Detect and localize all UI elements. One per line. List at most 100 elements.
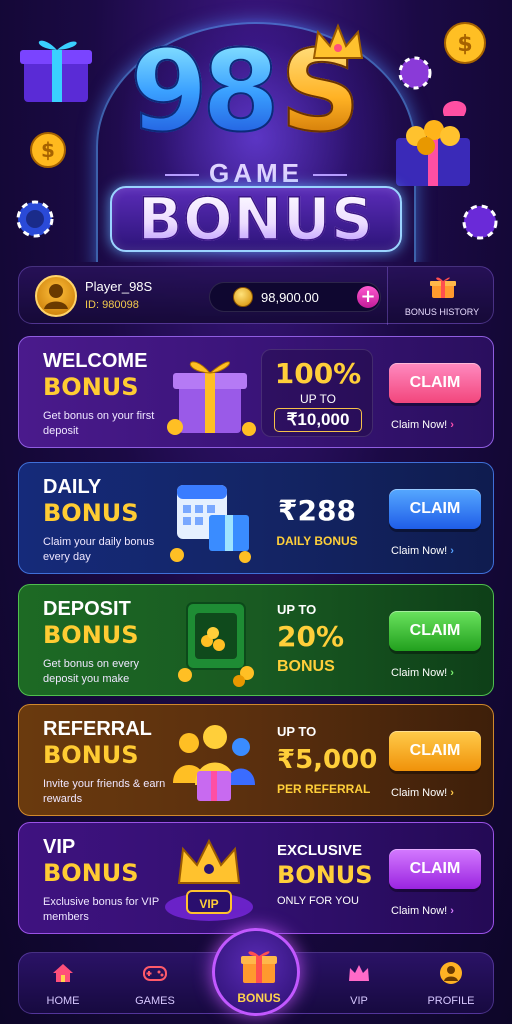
welcome-bonus-card: WELCOME BONUS Get bonus on your first de… (18, 336, 494, 448)
hero-subtitle: GAME (0, 160, 512, 186)
nav-games-label: GAMES (135, 995, 175, 1007)
username: Player_98S (85, 279, 153, 294)
nav-profile[interactable]: PROFILE (411, 953, 491, 1015)
claim-button[interactable]: CLAIM (389, 731, 481, 771)
claim-now-label: Claim Now! (391, 787, 448, 799)
card-title: REFERRAL (43, 718, 152, 740)
offer-amount: ₹10,000 (274, 408, 362, 432)
nav-vip-label: VIP (350, 995, 368, 1007)
card-subtitle: BONUS (43, 373, 139, 401)
bonus-history-button[interactable]: BONUS HISTORY (387, 267, 495, 325)
card-description: Invite your friends & earn rewards (43, 778, 166, 805)
claim-now-link[interactable]: Claim Now! › (391, 667, 483, 679)
claim-now-label: Claim Now! (391, 667, 448, 679)
card-description: Exclusive bonus for VIP members (43, 896, 159, 923)
offer-caption: ONLY FOR YOU (277, 895, 359, 907)
user-bar: Player_98S ID: 980098 98,900.00 + BONUS … (18, 266, 495, 325)
calendar-gift-icon (170, 485, 251, 563)
card-title: WELCOME (43, 350, 148, 372)
claim-now-label: Claim Now! (391, 905, 448, 917)
offer-caption: PER REFERRAL (277, 782, 371, 796)
gamepad-icon (143, 966, 167, 981)
claim-now-label: Claim Now! (391, 419, 448, 431)
claim-button[interactable]: CLAIM (389, 849, 481, 889)
avatar[interactable] (35, 275, 77, 317)
nav-bonus[interactable]: BONUS (212, 928, 300, 1016)
crown-icon (349, 965, 369, 981)
chevron-right-icon: › (450, 787, 454, 799)
claim-button[interactable]: CLAIM (389, 489, 481, 529)
claim-now-label: Claim Now! (391, 545, 448, 557)
chevron-right-icon: › (450, 419, 454, 431)
claim-button[interactable]: CLAIM (389, 363, 481, 403)
safe-with-coins-icon (178, 602, 254, 687)
card-title: VIP (43, 836, 76, 858)
offer-prefix: EXCLUSIVE (277, 842, 363, 859)
offer-caption: DAILY BONUS (276, 534, 358, 548)
card-description: Get bonus on every deposit you make (43, 658, 140, 685)
offer-prefix: UP TO (277, 602, 317, 617)
gift-icon (20, 40, 92, 102)
claim-now-link[interactable]: Claim Now! › (391, 787, 483, 799)
claim-button[interactable]: CLAIM (389, 611, 481, 651)
offer-prefix: UP TO (277, 724, 317, 739)
daily-bonus-card: DAILY BONUS Claim your daily bonus every… (18, 462, 494, 574)
user-icon (440, 962, 462, 984)
logo-98: 98 (129, 27, 281, 157)
bonus-history-label: BONUS HISTORY (404, 307, 480, 317)
card-subtitle: BONUS (43, 859, 139, 887)
chip-icon (16, 200, 54, 238)
gift-box-icon (167, 361, 256, 436)
nav-vip[interactable]: VIP (319, 953, 399, 1015)
chevron-right-icon: › (450, 905, 454, 917)
offer-upto: UP TO (299, 392, 337, 406)
offer-amount: ₹5,000 (277, 745, 378, 775)
card-description: Get bonus on your first deposit (43, 410, 155, 437)
claim-now-link[interactable]: Claim Now! › (391, 905, 483, 917)
card-title: DEPOSIT (43, 598, 131, 620)
chevron-right-icon: › (450, 667, 454, 679)
offer-title: BONUS (277, 861, 373, 889)
user-icon (44, 284, 68, 309)
nav-home-label: HOME (46, 995, 80, 1007)
balance-value: 98,900.00 (261, 290, 319, 305)
offer-amount: ₹288 (278, 494, 356, 527)
nav-profile-label: PROFILE (427, 995, 475, 1007)
claim-now-link[interactable]: Claim Now! › (391, 419, 483, 431)
nav-bonus-label: BONUS (237, 991, 281, 1005)
offer-percent: 100% (274, 357, 362, 390)
deposit-bonus-card: DEPOSIT BONUS Get bonus on every deposit… (18, 584, 494, 696)
card-title: DAILY (43, 476, 102, 498)
card-description: Claim your daily bonus every day (43, 536, 155, 563)
vip-badge-label: VIP (199, 897, 219, 911)
chip-icon (462, 204, 498, 240)
offer-panel: ₹288 DAILY BONUS (261, 475, 373, 563)
add-funds-button[interactable]: + (357, 286, 379, 308)
crown-icon (312, 23, 364, 59)
home-icon (53, 964, 73, 982)
offer-caption: BONUS (277, 658, 335, 675)
svg-text:$: $ (457, 32, 472, 57)
offer-panel: UP TO ₹5,000 PER REFERRAL (261, 717, 377, 805)
nav-home[interactable]: HOME (23, 953, 103, 1015)
card-subtitle: BONUS (43, 621, 139, 649)
offer-percent: 20% (277, 620, 345, 653)
offer-panel: UP TO 20% BONUS (261, 597, 373, 685)
chip-icon (398, 56, 432, 90)
gift-icon (241, 951, 277, 983)
offer-panel: EXCLUSIVE BONUS ONLY FOR YOU (261, 835, 373, 923)
claim-now-link[interactable]: Claim Now! › (391, 545, 483, 557)
svg-text:$: $ (41, 138, 55, 162)
card-subtitle: BONUS (43, 499, 139, 527)
user-id: ID: 980098 (85, 299, 139, 311)
coin-icon (233, 287, 253, 307)
card-subtitle: BONUS (43, 741, 139, 769)
offer-panel: 100% UP TO ₹10,000 (261, 349, 373, 437)
chevron-right-icon: › (450, 545, 454, 557)
gift-icon (430, 277, 456, 298)
friends-gift-icon (173, 725, 255, 801)
coin-icon: $ (444, 22, 486, 64)
hero-title: BONUS (110, 186, 402, 252)
nav-games[interactable]: GAMES (115, 953, 195, 1015)
referral-bonus-card: REFERRAL BONUS Invite your friends & ear… (18, 704, 494, 816)
